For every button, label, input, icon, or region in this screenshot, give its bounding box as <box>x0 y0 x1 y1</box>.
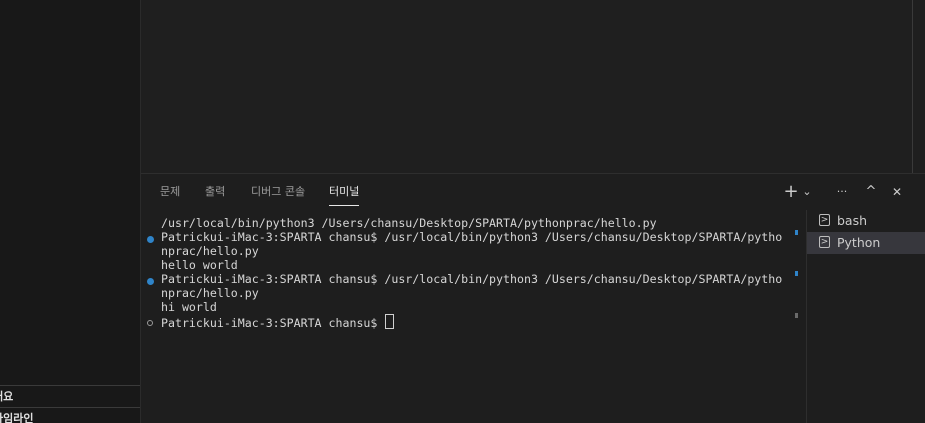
editor-overview-ruler <box>912 0 913 173</box>
sidebar-section-outline[interactable]: 개요 <box>0 385 140 408</box>
more-actions-button[interactable]: ··· <box>831 182 853 202</box>
editor-area[interactable] <box>141 0 925 173</box>
overview-mark <box>795 271 798 276</box>
terminal-icon: > <box>819 214 830 226</box>
close-icon: ✕ <box>891 185 903 199</box>
terminal-dropdown-button[interactable]: ⌄ <box>801 182 813 202</box>
terminal-list-item-label: Python <box>837 235 881 250</box>
chevron-down-icon: ⌄ <box>802 185 812 198</box>
terminal-list: > bash > Python <box>806 210 925 423</box>
plus-icon: + <box>783 181 799 202</box>
command-success-icon[interactable] <box>147 236 154 243</box>
overview-mark <box>795 230 798 235</box>
terminal-list-item-bash[interactable]: > bash <box>807 210 925 232</box>
ellipsis-icon: ··· <box>836 185 848 198</box>
terminal-line: hi world <box>161 300 217 314</box>
new-terminal-button[interactable]: + <box>783 182 799 202</box>
sidebar-section-label: 개요 <box>0 390 14 403</box>
terminal-output[interactable]: /usr/local/bin/python3 /Users/chansu/Des… <box>141 214 801 414</box>
tab-terminal[interactable]: 터미널 <box>329 174 360 210</box>
maximize-panel-button[interactable]: ^ <box>863 182 879 202</box>
command-success-icon[interactable] <box>147 278 154 285</box>
terminal-prompt-line: Patrickui-iMac-3:SPARTA chansu$ <box>161 314 395 330</box>
terminal-line: Patrickui-iMac-3:SPARTA chansu$ /usr/loc… <box>161 230 783 244</box>
terminal-line: Patrickui-iMac-3:SPARTA chansu$ /usr/loc… <box>161 272 783 286</box>
vscode-window: 개요 타임라인 문제 출력 디버그 콘솔 터미널 + ⌄ ··· ^ <box>0 0 925 423</box>
terminal-line: nprac/hello.py <box>161 286 259 300</box>
terminal-prompt: Patrickui-iMac-3:SPARTA chansu$ <box>161 316 385 330</box>
terminal-line: /usr/local/bin/python3 /Users/chansu/Des… <box>161 216 657 230</box>
tab-problems[interactable]: 문제 <box>160 174 180 210</box>
sidebar-section-label: 타임라인 <box>0 412 34 423</box>
terminal-list-item-python[interactable]: > Python <box>807 232 925 254</box>
close-panel-button[interactable]: ✕ <box>889 182 905 202</box>
terminal-list-item-label: bash <box>837 213 868 228</box>
terminal-line: nprac/hello.py <box>161 244 259 258</box>
bottom-panel: 문제 출력 디버그 콘솔 터미널 + ⌄ ··· ^ ✕ /usr/local/… <box>141 173 925 423</box>
sidebar: 개요 타임라인 <box>0 0 141 423</box>
tab-debug-console[interactable]: 디버그 콘솔 <box>251 174 305 210</box>
overview-mark <box>795 313 798 318</box>
terminal-icon: > <box>819 236 830 248</box>
sidebar-section-timeline[interactable]: 타임라인 <box>0 407 140 423</box>
chevron-up-icon: ^ <box>865 184 877 199</box>
terminal-cursor <box>385 314 395 329</box>
tab-output[interactable]: 출력 <box>205 174 225 210</box>
command-pending-icon[interactable] <box>147 320 153 326</box>
terminal-line: hello world <box>161 258 238 272</box>
